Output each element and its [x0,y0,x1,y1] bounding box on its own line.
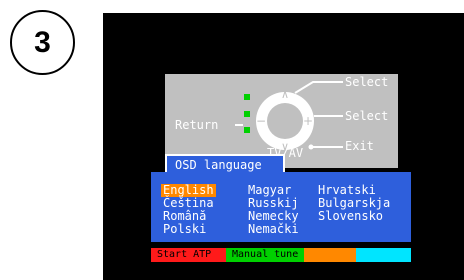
dpad-plus-icon: + [303,114,313,128]
dpad-up-arrow: ∧ [281,88,289,101]
indicator-dot [244,111,250,117]
indicator-dot [244,94,250,100]
select-label-top: Select [345,75,389,89]
return-label: Return [175,118,219,132]
dpad-minus-icon: − [256,114,266,128]
yellow-key[interactable] [304,248,356,262]
leader-line [294,81,343,94]
blue-key[interactable] [356,248,411,262]
indicator-dot [244,127,250,133]
select-label-middle: Select [345,109,389,123]
language-option[interactable]: Polski [163,223,206,236]
tv-screen: ∧ ∨ − + Select Select Exit Return TV/AV … [103,13,464,280]
language-option[interactable]: Nemački [248,223,299,236]
green-key-manual-tune[interactable]: Manual tune [226,248,304,262]
dpad-center [267,103,303,139]
step-number: 3 [34,25,51,59]
language-option[interactable]: Slovensko [318,210,383,223]
red-key-start-atp[interactable]: Start ATP [151,248,226,262]
leader-dot [308,144,314,150]
step-number-circle: 3 [10,10,75,75]
language-menu: English Čeština Română Polski Magyar Rus… [151,172,411,242]
exit-label: Exit [345,139,374,153]
